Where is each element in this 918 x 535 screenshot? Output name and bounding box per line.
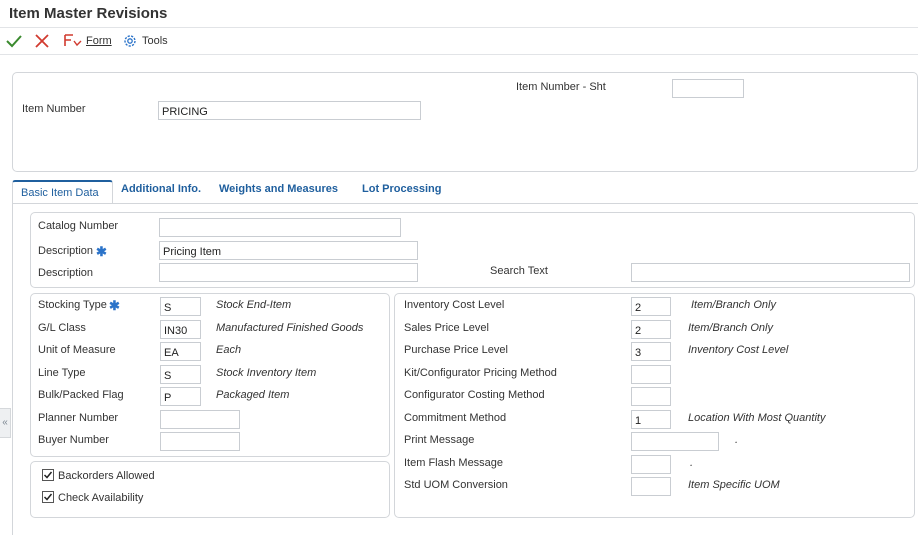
check-availability-label: Check Availability: [58, 492, 144, 504]
form-menu[interactable]: Form: [63, 32, 112, 50]
field-description: .: [735, 434, 739, 446]
field-input[interactable]: EA: [160, 342, 201, 361]
field-input[interactable]: [631, 477, 671, 496]
tools-menu-label: Tools: [142, 35, 168, 47]
search-text-field[interactable]: [631, 263, 910, 282]
checkmark-icon: [43, 471, 53, 479]
tab-additional-info[interactable]: Additional Info.: [121, 182, 201, 196]
field-input[interactable]: 2: [631, 320, 671, 339]
required-indicator: ✱: [109, 298, 120, 313]
close-icon: [35, 34, 49, 48]
description2-field[interactable]: [159, 263, 418, 282]
field-label: Planner Number: [38, 412, 119, 424]
collapse-panel-button[interactable]: «: [0, 408, 11, 438]
required-indicator: ✱: [96, 244, 107, 259]
field-description: Item Specific UOM: [688, 479, 780, 491]
tab-lot-processing[interactable]: Lot Processing: [362, 182, 441, 196]
field-input[interactable]: [631, 365, 671, 384]
field-label: Line Type: [38, 367, 86, 379]
backorders-allowed-checkbox[interactable]: [42, 469, 54, 481]
gear-icon: [124, 35, 136, 47]
description2-label: Description: [38, 267, 94, 279]
cancel-button[interactable]: [34, 33, 50, 49]
field-input[interactable]: 2: [631, 297, 671, 316]
field-input[interactable]: [631, 387, 671, 406]
field-description: Item/Branch Only: [688, 322, 773, 334]
ok-button[interactable]: [5, 33, 23, 49]
field-label: Commitment Method: [404, 412, 507, 424]
field-label: Purchase Price Level: [404, 344, 508, 356]
tab-label: Basic Item Data: [21, 187, 99, 199]
field-description: .: [690, 457, 694, 469]
catalog-number-label: Catalog Number: [38, 220, 119, 232]
field-input[interactable]: [631, 432, 719, 451]
field-label: Stocking Type: [38, 299, 107, 311]
backorders-allowed-label: Backorders Allowed: [58, 470, 155, 482]
item-number-label: Item Number: [22, 103, 86, 115]
field-description: Location With Most Quantity: [688, 412, 826, 424]
field-input[interactable]: S: [160, 365, 201, 384]
header-panel: [12, 72, 918, 172]
field-input[interactable]: P: [160, 387, 201, 406]
field-description: Packaged Item: [216, 389, 290, 401]
tab-basic-item-data[interactable]: Basic Item Data: [12, 180, 113, 204]
field-description: Each: [216, 344, 242, 356]
field-label: Unit of Measure: [38, 344, 116, 356]
field-label: Print Message: [404, 434, 475, 446]
form-menu-label: Form: [86, 35, 112, 47]
field-label: Item Flash Message: [404, 457, 504, 469]
field-label: Buyer Number: [38, 434, 109, 446]
field-input[interactable]: [160, 432, 240, 451]
checkmark-icon: [6, 35, 22, 48]
field-input[interactable]: S: [160, 297, 201, 316]
description-label: Description: [38, 245, 94, 257]
field-description: Item/Branch Only: [691, 299, 776, 311]
description-field[interactable]: Pricing Item: [159, 241, 418, 260]
page-title: Item Master Revisions: [9, 5, 168, 22]
search-text-label: Search Text: [490, 265, 548, 277]
catalog-number-field[interactable]: [159, 218, 401, 237]
tools-menu[interactable]: Tools: [122, 32, 168, 50]
field-label: G/L Class: [38, 322, 86, 334]
field-label: Inventory Cost Level: [404, 299, 505, 311]
field-input[interactable]: [160, 410, 240, 429]
title-divider: [0, 27, 918, 28]
field-label: Bulk/Packed Flag: [38, 389, 124, 401]
field-input[interactable]: 3: [631, 342, 671, 361]
field-description: Manufactured Finished Goods: [216, 322, 364, 334]
toolbar-divider: [0, 54, 918, 55]
tab-weights-and-measures[interactable]: Weights and Measures: [219, 182, 338, 196]
chevron-double-left-icon: «: [2, 417, 8, 428]
field-description: Stock Inventory Item: [216, 367, 317, 379]
field-input[interactable]: [631, 455, 671, 474]
field-input[interactable]: 1: [631, 410, 671, 429]
check-availability-checkbox[interactable]: [42, 491, 54, 503]
form-icon: [64, 34, 82, 47]
checkmark-icon: [43, 493, 53, 501]
item-number-sht-label: Item Number - Sht: [516, 81, 606, 93]
item-number-field[interactable]: PRICING: [158, 101, 421, 120]
item-number-sht-field[interactable]: [672, 79, 744, 98]
field-input[interactable]: IN30: [160, 320, 201, 339]
field-label: Configurator Costing Method: [404, 389, 545, 401]
field-label: Std UOM Conversion: [404, 479, 508, 491]
field-description: Inventory Cost Level: [688, 344, 789, 356]
field-label: Sales Price Level: [404, 322, 489, 334]
field-description: Stock End-Item: [216, 299, 292, 311]
field-label: Kit/Configurator Pricing Method: [404, 367, 557, 379]
